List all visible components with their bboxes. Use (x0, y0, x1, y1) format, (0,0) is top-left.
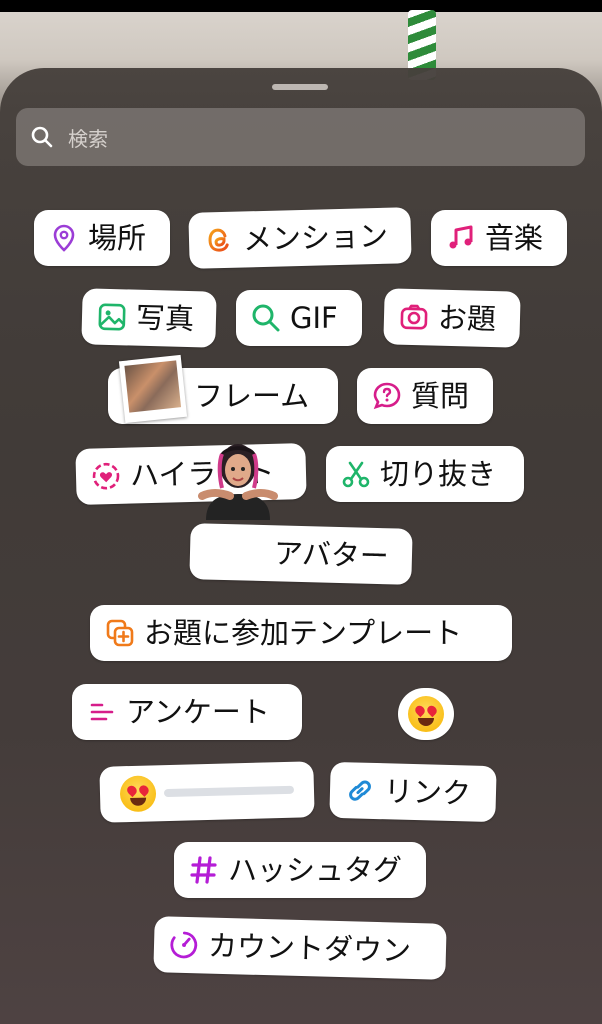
sticker-emoji-reaction[interactable] (398, 688, 454, 740)
camera-icon (400, 304, 428, 330)
search-field[interactable]: 検索 (16, 108, 585, 166)
location-pin-icon (53, 224, 75, 252)
emoji-slider-icon (119, 775, 157, 813)
sticker-mention[interactable]: メンション (188, 207, 412, 269)
sticker-frame[interactable]: フレーム (108, 354, 338, 424)
hashtag-icon (190, 856, 217, 884)
sticker-countdown[interactable]: カウントダウン (153, 916, 447, 980)
sticker-prompt[interactable]: お題 (383, 288, 521, 348)
photo-icon (98, 303, 126, 331)
sticker-add-yours-template[interactable]: お題に参加テンプレート (90, 605, 512, 661)
music-note-icon (449, 225, 473, 249)
sticker-hashtag[interactable]: ハッシュタグ (174, 842, 426, 898)
sticker-photo[interactable]: 写真 (81, 288, 217, 348)
sticker-label: 切り抜き (380, 456, 497, 491)
sticker-label: 写真 (135, 300, 195, 336)
sticker-label: お題 (437, 300, 497, 336)
add-template-icon (106, 619, 134, 647)
sticker-sheet: 検索 場所 メンション 音楽 写真 GIF お題 フレーム 質問 ハイライト 切… (0, 68, 602, 1024)
sticker-label: フレーム (194, 378, 310, 413)
sticker-label: カウントダウン (207, 928, 412, 968)
link-icon (349, 780, 371, 801)
search-icon (31, 126, 53, 148)
sticker-label: ハッシュタグ (228, 852, 403, 887)
sticker-link[interactable]: リンク (329, 761, 497, 823)
search-icon (252, 304, 280, 332)
sticker-label: アバター (273, 535, 390, 573)
sticker-label: アンケート (126, 694, 270, 729)
sticker-avatar[interactable]: アバター (189, 523, 413, 585)
sticker-location[interactable]: 場所 (34, 210, 170, 266)
sheet-grabber[interactable] (272, 84, 328, 90)
sticker-label: リンク (383, 773, 472, 811)
countdown-icon (170, 931, 198, 959)
sticker-cutout[interactable]: 切り抜き (326, 446, 524, 502)
sticker-question[interactable]: 質問 (357, 368, 493, 424)
question-icon (373, 382, 401, 410)
sticker-label: GIF (290, 300, 338, 335)
sticker-label: 場所 (88, 220, 147, 255)
sticker-gif[interactable]: GIF (236, 290, 362, 346)
highlight-heart-icon (92, 462, 120, 490)
sticker-label: お題に参加テンプレート (144, 615, 463, 650)
search-placeholder: 検索 (68, 126, 108, 151)
frame-photo-icon (118, 354, 188, 424)
avatar-icon (198, 444, 278, 520)
sticker-poll[interactable]: アンケート (72, 684, 302, 740)
sticker-label: 質問 (411, 378, 470, 413)
threads-at-icon (208, 228, 229, 252)
sticker-label: 音楽 (485, 220, 544, 255)
sticker-music[interactable]: 音楽 (431, 210, 567, 266)
slider-track (163, 785, 295, 798)
sticker-label: メンション (242, 218, 389, 256)
poll-icon (90, 703, 114, 721)
sticker-emoji-slider[interactable] (99, 761, 315, 823)
heart-eyes-emoji-icon (408, 696, 444, 732)
scissors-icon (342, 461, 370, 488)
